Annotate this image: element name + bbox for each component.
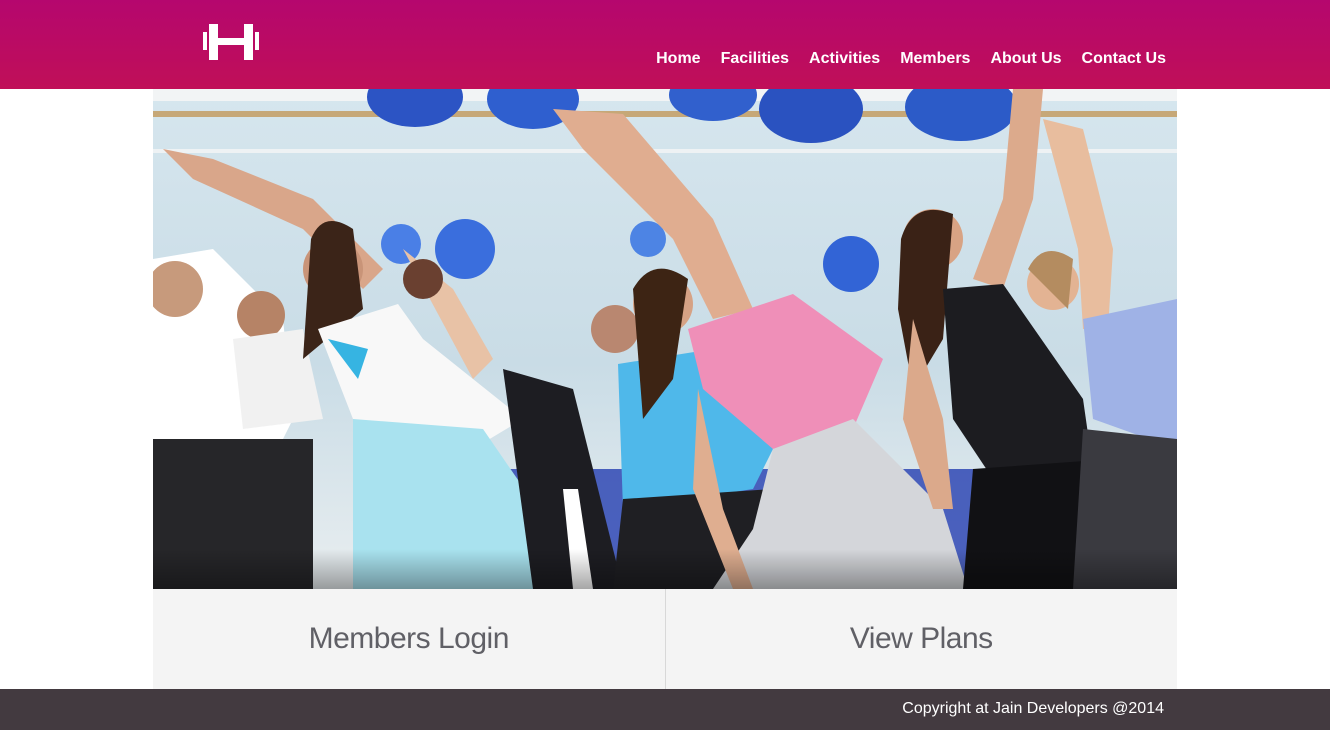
nav-activities[interactable]: Activities xyxy=(809,50,880,68)
copyright-text: Copyright at Jain Developers @2014 xyxy=(902,700,1164,717)
nav-about-us[interactable]: About Us xyxy=(990,50,1061,68)
members-login-button[interactable]: Members Login xyxy=(153,589,666,689)
site-footer: Copyright at Jain Developers @2014 xyxy=(0,689,1330,730)
nav-contact-us[interactable]: Contact Us xyxy=(1082,50,1166,68)
nav-members[interactable]: Members xyxy=(900,50,970,68)
action-panels: Members Login View Plans xyxy=(153,589,1177,689)
main-nav: Home Facilities Activities Members About… xyxy=(656,50,1166,68)
hero-image xyxy=(153,89,1177,589)
view-plans-button[interactable]: View Plans xyxy=(666,589,1178,689)
site-header: Home Facilities Activities Members About… xyxy=(0,0,1330,89)
nav-home[interactable]: Home xyxy=(656,50,700,68)
nav-facilities[interactable]: Facilities xyxy=(721,50,789,68)
dumbbell-icon[interactable] xyxy=(203,22,259,62)
